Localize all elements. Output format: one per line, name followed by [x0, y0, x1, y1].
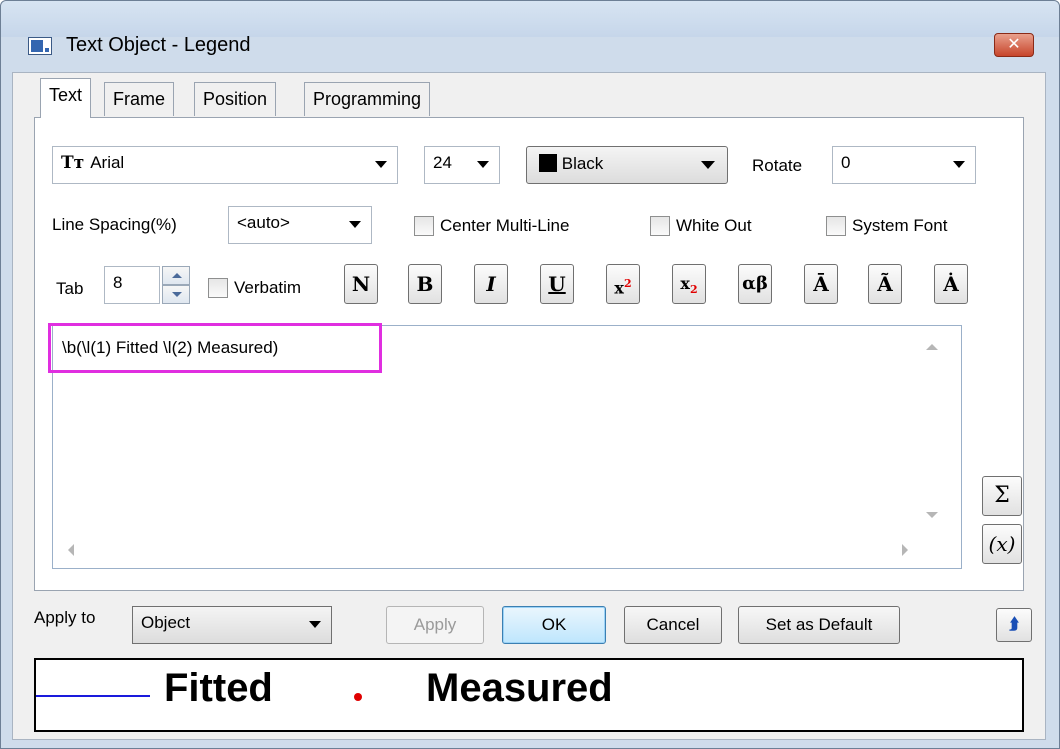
collapse-icon[interactable]: ⮭ [996, 608, 1032, 642]
measured-dot-symbol [354, 693, 362, 701]
font-color-button[interactable]: Black [526, 146, 728, 184]
center-multiline-label: Center Multi-Line [440, 216, 570, 235]
spin-down-button[interactable] [162, 285, 190, 304]
verbatim-checkbox[interactable]: Verbatim [208, 278, 301, 298]
tilde-button[interactable]: Ã [868, 264, 902, 304]
sigma-button[interactable]: Σ [982, 476, 1022, 516]
line-spacing-label: Line Spacing(%) [52, 215, 177, 234]
chevron-down-icon [375, 161, 387, 168]
scroll-left-arrow-icon[interactable] [68, 544, 74, 556]
scroll-right-arrow-icon[interactable] [902, 544, 908, 556]
apply-button[interactable]: Apply [386, 606, 484, 644]
highlight-box [48, 323, 382, 373]
tab-spinner[interactable] [162, 266, 190, 304]
checkbox-box[interactable] [650, 216, 670, 236]
cancel-button[interactable]: Cancel [624, 606, 722, 644]
truetype-font-icon: Tт [61, 153, 85, 173]
italic-button[interactable]: I [474, 264, 508, 304]
font-color-label: Black [561, 154, 604, 173]
chevron-down-icon [953, 161, 965, 168]
font-size-combo[interactable]: 24 [424, 146, 500, 184]
underline-button[interactable]: U [540, 264, 574, 304]
verbatim-label: Verbatim [234, 278, 302, 297]
center-multiline-checkbox[interactable]: Center Multi-Line [414, 216, 569, 236]
line-spacing-combo[interactable]: <auto> [228, 206, 372, 244]
greek-button[interactable]: αβ [738, 264, 772, 304]
scroll-up-arrow-icon[interactable] [926, 344, 938, 350]
app-icon [28, 37, 52, 55]
line-spacing-value: <auto> [237, 213, 290, 232]
rotate-value: 0 [841, 153, 851, 172]
chevron-down-icon [701, 161, 715, 169]
normal-button[interactable]: N [344, 264, 378, 304]
tab-programming[interactable]: Programming [304, 82, 431, 116]
tab-text[interactable]: Text [40, 78, 92, 118]
overbar-button[interactable]: Ā [804, 264, 838, 304]
preview-fitted-label: Fitted [164, 666, 273, 710]
white-out-label: White Out [676, 216, 752, 235]
function-button[interactable]: (x) [982, 524, 1022, 564]
superscript-button[interactable]: x2 [606, 264, 640, 304]
rotate-combo[interactable]: 0 [832, 146, 976, 184]
color-swatch [539, 154, 557, 172]
spin-up-button[interactable] [162, 266, 190, 285]
checkbox-box[interactable] [208, 278, 228, 298]
chevron-down-icon [309, 621, 321, 628]
legend-preview: Fitted Measured [34, 658, 1024, 732]
ok-button[interactable]: OK [502, 606, 606, 644]
font-size-value: 24 [433, 153, 452, 172]
bold-button[interactable]: B [408, 264, 442, 304]
chevron-down-icon [477, 161, 489, 168]
system-font-label: System Font [852, 216, 948, 235]
window-title: Text Object - Legend [66, 34, 251, 56]
apply-to-label: Apply to [34, 608, 96, 627]
checkbox-box[interactable] [414, 216, 434, 236]
rotate-label: Rotate [752, 156, 803, 175]
apply-to-combo[interactable]: Object [132, 606, 332, 644]
system-font-checkbox[interactable]: System Font [826, 216, 947, 236]
checkbox-box[interactable] [826, 216, 846, 236]
dot-accent-button[interactable]: Ȧ [934, 264, 968, 304]
set-as-default-button[interactable]: Set as Default [738, 606, 900, 644]
preview-measured-label: Measured [426, 666, 613, 710]
apply-to-value: Object [141, 613, 191, 632]
tab-frame[interactable]: Frame [104, 82, 175, 116]
title-bar[interactable] [1, 1, 1059, 37]
font-name: Arial [90, 153, 125, 172]
tab-label: Tab [56, 279, 84, 298]
scroll-down-arrow-icon[interactable] [926, 512, 938, 518]
font-combo[interactable]: Tт Arial [52, 146, 398, 184]
tab-input[interactable]: 8 [104, 266, 160, 304]
white-out-checkbox[interactable]: White Out [650, 216, 752, 236]
tab-position[interactable]: Position [194, 82, 277, 116]
close-button[interactable]: ✕ [994, 33, 1034, 57]
subscript-button[interactable]: x2 [672, 264, 706, 304]
fitted-line-symbol [36, 695, 150, 697]
chevron-down-icon [349, 221, 361, 228]
